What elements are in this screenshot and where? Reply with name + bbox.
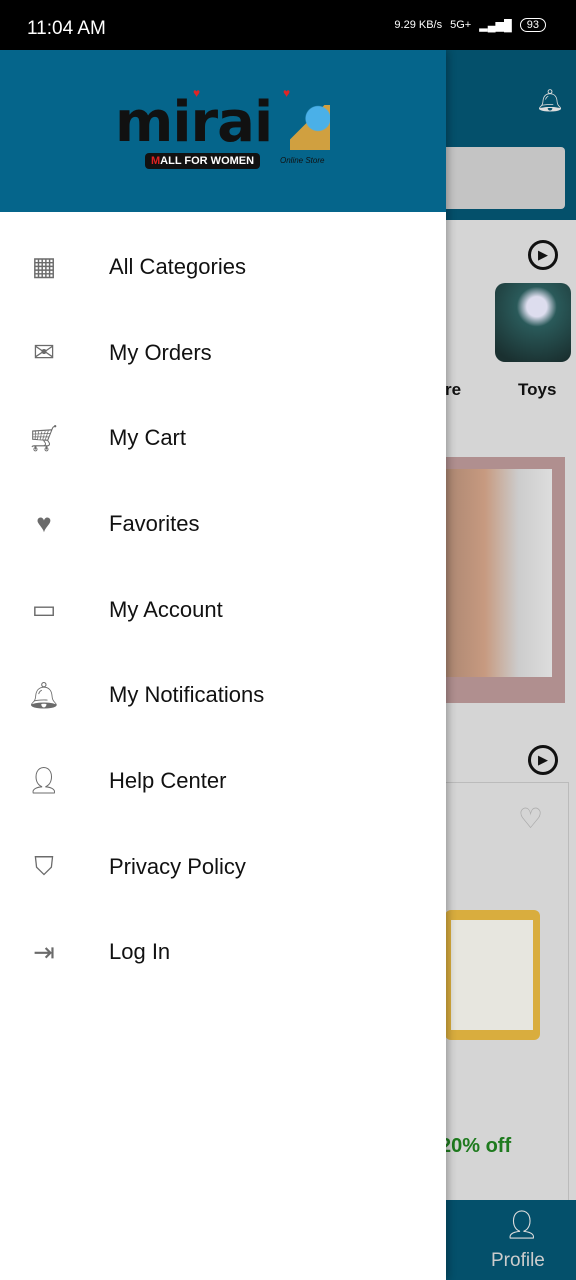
profile-add-icon: 👤︎	[504, 1209, 540, 1240]
signal-icon: ▂▄▆█	[479, 19, 512, 32]
woman-face-icon	[290, 105, 330, 150]
menu-item-help-center[interactable]: 👤︎ Help Center	[0, 738, 446, 824]
menu-item-all-categories[interactable]: ▦ All Categories	[0, 224, 446, 310]
login-icon: ⇥	[33, 936, 55, 967]
heart-icon: ♥	[36, 508, 52, 539]
discount-label: 20% off	[440, 1135, 512, 1157]
menu-item-my-account[interactable]: ▭ My Account	[0, 567, 446, 653]
status-icons: 9.29 KB/s 5G+ ▂▄▆█ 93	[394, 18, 546, 32]
menu-item-favorites[interactable]: ♥ Favorites	[0, 481, 446, 567]
network-type: 5G+	[450, 19, 472, 31]
product-image	[445, 910, 540, 1040]
person-add-icon: 👤︎	[27, 765, 61, 796]
bell-icon: 🔔︎	[27, 679, 61, 710]
logo-sub: Online Store	[280, 156, 325, 165]
category-image-toys	[495, 283, 571, 362]
drawer-menu: ▦ All Categories ✉ My Orders 🛒︎ My Cart ♥ Fa…	[0, 224, 446, 995]
menu-item-privacy-policy[interactable]: ⛉ Privacy Policy	[0, 824, 446, 910]
status-bar: 11:04 AM 9.29 KB/s 5G+ ▂▄▆█ 93	[0, 0, 576, 50]
menu-item-my-cart[interactable]: 🛒︎ My Cart	[0, 395, 446, 481]
heart-icon: ♥	[283, 86, 291, 100]
bottom-nav-profile: Profile	[491, 1250, 545, 1271]
network-speed: 9.29 KB/s	[394, 19, 443, 31]
heart-icon: ♥	[193, 86, 201, 100]
menu-item-log-in[interactable]: ⇥ Log In	[0, 910, 446, 996]
favorite-heart-icon: ♡	[518, 803, 544, 834]
play-icon: ▶	[528, 240, 558, 270]
cart-icon: 🛒︎	[27, 422, 61, 453]
notification-bell-icon: 🔔︎	[536, 88, 564, 113]
credit-card-icon: ▭	[31, 594, 57, 625]
mirai-logo: mirai ♥ ♥ MALL FOR WOMEN Online Store	[115, 86, 335, 180]
play-icon: ▶	[528, 745, 558, 775]
logo-tagline: MALL FOR WOMEN	[145, 153, 261, 169]
menu-item-my-notifications[interactable]: 🔔︎ My Notifications	[0, 652, 446, 738]
category-label-toys: Toys	[518, 380, 557, 399]
menu-item-my-orders[interactable]: ✉ My Orders	[0, 310, 446, 396]
status-time: 11:04 AM	[27, 18, 106, 39]
drawer-header: mirai ♥ ♥ MALL FOR WOMEN Online Store	[0, 50, 446, 212]
promo-banner	[440, 457, 565, 703]
category-label-partial: re	[445, 380, 462, 399]
grid-icon: ▦	[31, 251, 57, 282]
navigation-drawer: mirai ♥ ♥ MALL FOR WOMEN Online Store ▦ A…	[0, 50, 446, 1280]
envelope-open-icon: ✉	[33, 337, 55, 368]
shield-icon: ⛉	[34, 850, 54, 881]
battery-icon: 93	[519, 18, 546, 32]
